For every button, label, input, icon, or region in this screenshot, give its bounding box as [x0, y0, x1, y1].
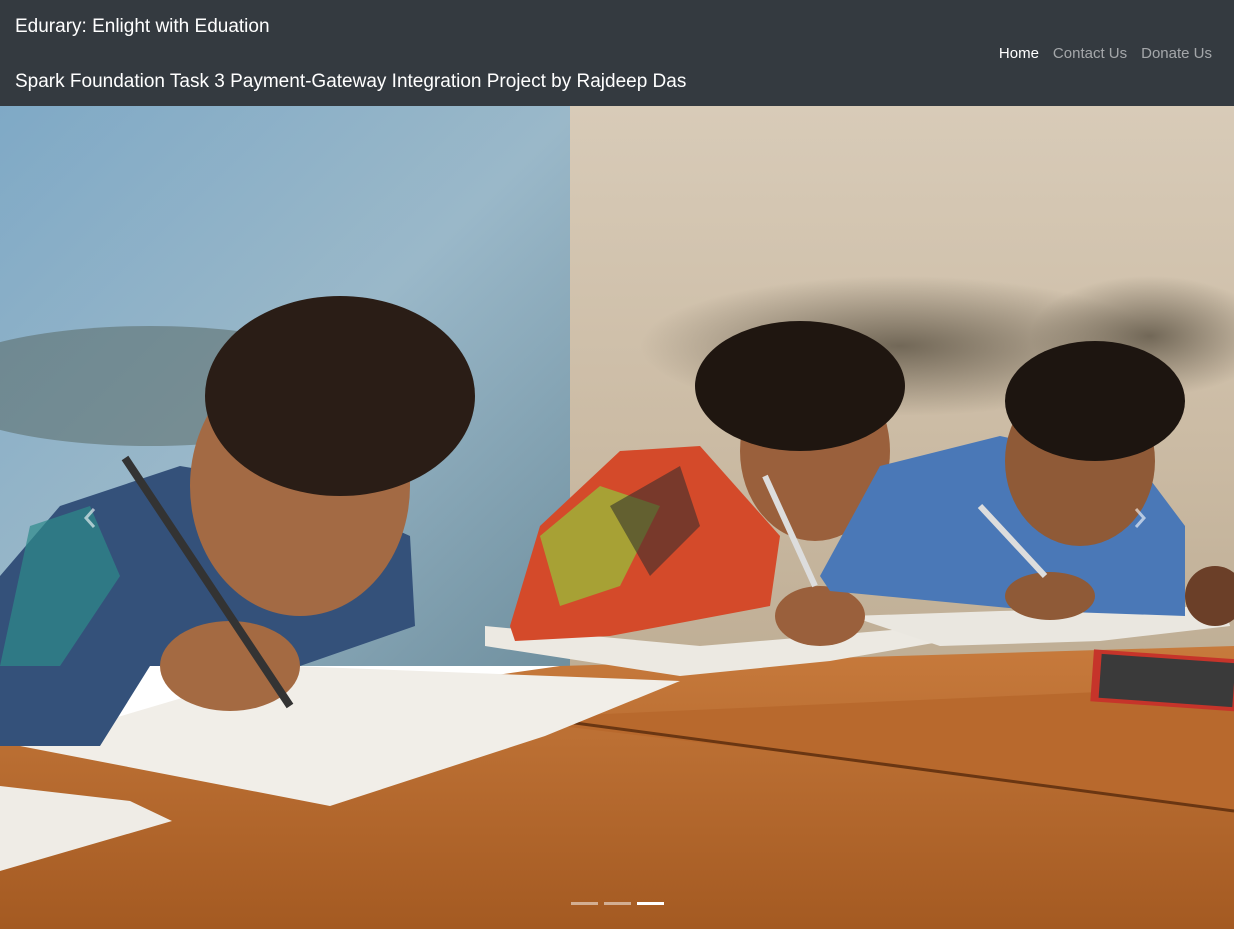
navbar: Edurary: Enlight with Eduation Spark Fou… [0, 0, 1234, 106]
chevron-left-icon [83, 508, 96, 528]
nav-donate-link[interactable]: Donate Us [1134, 44, 1212, 64]
nav-links: Home Contact Us Donate Us [992, 44, 1212, 64]
carousel-indicator-3[interactable] [636, 902, 664, 905]
carousel-indicators [0, 902, 1234, 905]
carousel-indicator-1[interactable] [570, 902, 598, 905]
carousel-next-button[interactable] [1120, 498, 1160, 538]
carousel-indicator-2[interactable] [603, 902, 631, 905]
carousel-prev-button[interactable] [70, 498, 110, 538]
brand-subtitle: Spark Foundation Task 3 Payment-Gateway … [15, 71, 687, 92]
carousel-slide-image [0, 106, 1234, 929]
chevron-right-icon [1134, 508, 1147, 528]
nav-contact-link[interactable]: Contact Us [1046, 44, 1134, 64]
hero-carousel [0, 106, 1234, 929]
brand-title[interactable]: Edurary: Enlight with Eduation [15, 15, 270, 39]
nav-home-link[interactable]: Home [992, 44, 1046, 64]
